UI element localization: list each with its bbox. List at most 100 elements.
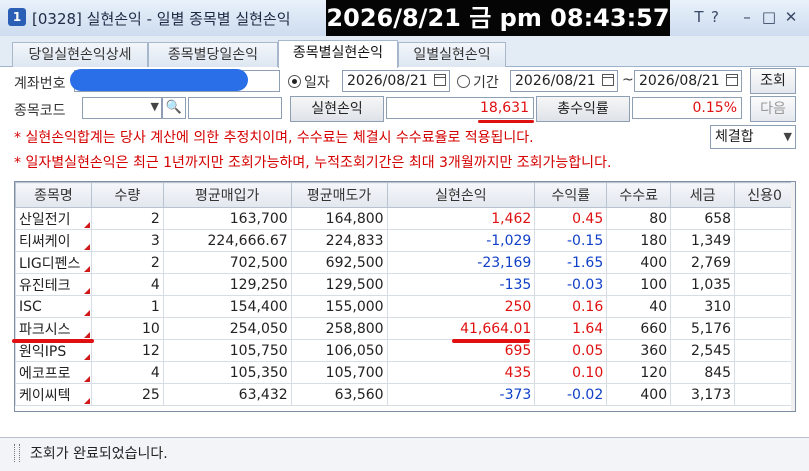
column-header[interactable]: 수량 bbox=[90, 182, 164, 208]
stock-name-cell: 티써케이 bbox=[15, 229, 92, 252]
table-row[interactable]: LIG디펜스 2 702,500 692,500 -23,169 -1.65 400 2,76… bbox=[15, 251, 795, 274]
fee-cell: 400 bbox=[606, 383, 672, 406]
pnl-cell: 41,664.01 bbox=[386, 317, 536, 340]
flag-marker-icon bbox=[83, 288, 90, 294]
close-icon[interactable]: ✕ bbox=[782, 8, 800, 26]
qty-cell: 4 bbox=[90, 273, 164, 296]
tax-cell: 310 bbox=[670, 295, 736, 318]
column-header[interactable]: 종목명 bbox=[15, 182, 92, 208]
chevron-down-icon[interactable]: ▼ bbox=[151, 100, 159, 113]
table-row[interactable]: 케이씨텍 25 63,432 63,560 -373 -0.02 400 3,173 bbox=[15, 383, 795, 406]
total-return-value: 0.15% bbox=[632, 97, 742, 119]
table-row[interactable]: ISC 1 154,400 155,000 250 0.16 40 310 bbox=[15, 295, 795, 318]
grip-handle bbox=[14, 444, 20, 462]
column-header[interactable]: 신용0 bbox=[734, 182, 795, 208]
chevron-down-icon[interactable]: ▼ bbox=[784, 126, 792, 148]
period-to-field[interactable]: 2026/08/21 bbox=[634, 70, 742, 92]
vertical-scrollbar[interactable] bbox=[791, 182, 795, 411]
pnl-cell: -23,169 bbox=[386, 251, 536, 274]
tab-stock-daily-pnl[interactable]: 종목별당일손익 bbox=[148, 42, 278, 67]
column-header[interactable]: 평균매입가 bbox=[162, 182, 292, 208]
stock-code-field[interactable]: ▼ bbox=[82, 97, 162, 119]
period-from-field[interactable]: 2026/08/21 bbox=[510, 70, 618, 92]
fee-cell: 120 bbox=[606, 361, 672, 384]
avg-sell-cell: 129,500 bbox=[290, 273, 388, 296]
fee-cell: 660 bbox=[606, 317, 672, 340]
table-row[interactable]: 유진테크 4 129,250 129,500 -135 -0.03 100 1,035 bbox=[15, 273, 795, 296]
qty-cell: 4 bbox=[90, 361, 164, 384]
avg-buy-cell: 163,700 bbox=[162, 207, 292, 230]
avg-sell-cell: 224,833 bbox=[290, 229, 388, 252]
column-header[interactable]: 세금 bbox=[670, 182, 736, 208]
avg-buy-cell: 105,350 bbox=[162, 361, 292, 384]
stock-name-field bbox=[188, 97, 282, 119]
qty-cell: 10 bbox=[90, 317, 164, 340]
avg-buy-cell: 105,750 bbox=[162, 339, 292, 362]
avg-buy-cell: 702,500 bbox=[162, 251, 292, 274]
rate-cell: -0.02 bbox=[534, 383, 608, 406]
qty-cell: 1 bbox=[90, 295, 164, 318]
credit-cell bbox=[734, 295, 795, 318]
column-header[interactable]: 실현손익 bbox=[386, 182, 536, 208]
flag-marker-icon bbox=[83, 354, 90, 360]
credit-cell bbox=[734, 251, 795, 274]
help-icon[interactable]: ? bbox=[706, 8, 724, 26]
notice-line-2: * 일자별실현손익은 최근 1년까지만 조회가능하며, 누적조회기간은 최대 3… bbox=[14, 155, 612, 171]
radio-date[interactable] bbox=[288, 75, 301, 88]
credit-cell bbox=[734, 273, 795, 296]
tab-stock-realized-pnl[interactable]: 종목별실현손익 bbox=[278, 40, 398, 68]
rate-cell: -1.65 bbox=[534, 251, 608, 274]
avg-buy-cell: 63,432 bbox=[162, 383, 292, 406]
realized-pnl-grid: 종목명 수량 평균매입가 평균매도가 실현손익 수익률 수수료 세금 신용0 산… bbox=[14, 181, 796, 412]
fee-cell: 180 bbox=[606, 229, 672, 252]
radio-period[interactable] bbox=[457, 75, 470, 88]
table-row[interactable]: 산일전기 2 163,700 164,800 1,462 0.45 80 658 bbox=[15, 207, 795, 230]
qty-cell: 2 bbox=[90, 207, 164, 230]
tax-cell: 3,173 bbox=[670, 383, 736, 406]
table-row[interactable]: 파크시스 10 254,050 258,800 41,664.01 1.64 660 5,17… bbox=[15, 317, 795, 340]
fee-cell: 100 bbox=[606, 273, 672, 296]
avg-sell-cell: 63,560 bbox=[290, 383, 388, 406]
rate-cell: 0.05 bbox=[534, 339, 608, 362]
tax-cell: 1,035 bbox=[670, 273, 736, 296]
next-button[interactable]: 다음 bbox=[750, 96, 796, 122]
realized-pnl-value: 18,631 bbox=[386, 97, 534, 119]
fee-cell: 400 bbox=[606, 251, 672, 274]
date-field[interactable]: 2026/08/21 bbox=[342, 70, 450, 92]
avg-sell-cell: 692,500 bbox=[290, 251, 388, 274]
search-icon[interactable]: 🔍 bbox=[162, 97, 186, 119]
maximize-icon[interactable]: □ bbox=[760, 8, 778, 26]
table-row[interactable]: 에코프로 4 105,350 105,700 435 0.10 120 845 bbox=[15, 361, 795, 384]
fee-cell: 360 bbox=[606, 339, 672, 362]
period-from-value: 2026/08/21 bbox=[515, 73, 596, 89]
qty-cell: 25 bbox=[90, 383, 164, 406]
account-label: 계좌번호 bbox=[14, 76, 66, 92]
rate-cell: 1.64 bbox=[534, 317, 608, 340]
fee-cell: 40 bbox=[606, 295, 672, 318]
rate-cell: 0.45 bbox=[534, 207, 608, 230]
tab-daily-realized-pnl[interactable]: 일별실현손익 bbox=[398, 42, 506, 67]
realized-pnl-label: 실현손익 bbox=[290, 96, 384, 122]
notice-line-1: * 실현손익합계는 당사 계산에 의한 추정치이며, 수수료는 체결시 수수료율… bbox=[14, 130, 534, 146]
fee-mode-select[interactable]: 체결합 ▼ bbox=[710, 125, 796, 149]
column-header[interactable]: 수익률 bbox=[534, 182, 608, 208]
table-header-row: 종목명 수량 평균매입가 평균매도가 실현손익 수익률 수수료 세금 신용0 bbox=[15, 182, 795, 208]
minimize-icon[interactable]: – bbox=[738, 8, 756, 26]
tab-daily-realized-detail[interactable]: 당일실현손익상세 bbox=[12, 42, 148, 67]
window-title: [0328] 실현손익 - 일별 종목별 실현손익 bbox=[32, 10, 291, 28]
stock-name-underline bbox=[12, 339, 94, 343]
credit-cell bbox=[734, 383, 795, 406]
column-header[interactable]: 평균매도가 bbox=[290, 182, 388, 208]
flag-marker-icon bbox=[83, 332, 90, 338]
pnl-cell: -135 bbox=[386, 273, 536, 296]
credit-cell bbox=[734, 229, 795, 252]
query-button[interactable]: 조회 bbox=[750, 68, 796, 94]
table-row[interactable]: 티써케이 3 224,666.67 224,833 -1,029 -0.15 180 1,34… bbox=[15, 229, 795, 252]
stock-name-cell: LIG디펜스 bbox=[15, 251, 92, 274]
calendar-icon[interactable] bbox=[434, 74, 446, 86]
calendar-icon[interactable] bbox=[726, 74, 738, 86]
column-header[interactable]: 수수료 bbox=[606, 182, 672, 208]
calendar-icon[interactable] bbox=[602, 74, 614, 86]
table-row[interactable]: 원익IPS 12 105,750 106,050 695 0.05 360 2,545 bbox=[15, 339, 795, 362]
stock-code-label: 종목코드 bbox=[14, 103, 66, 119]
